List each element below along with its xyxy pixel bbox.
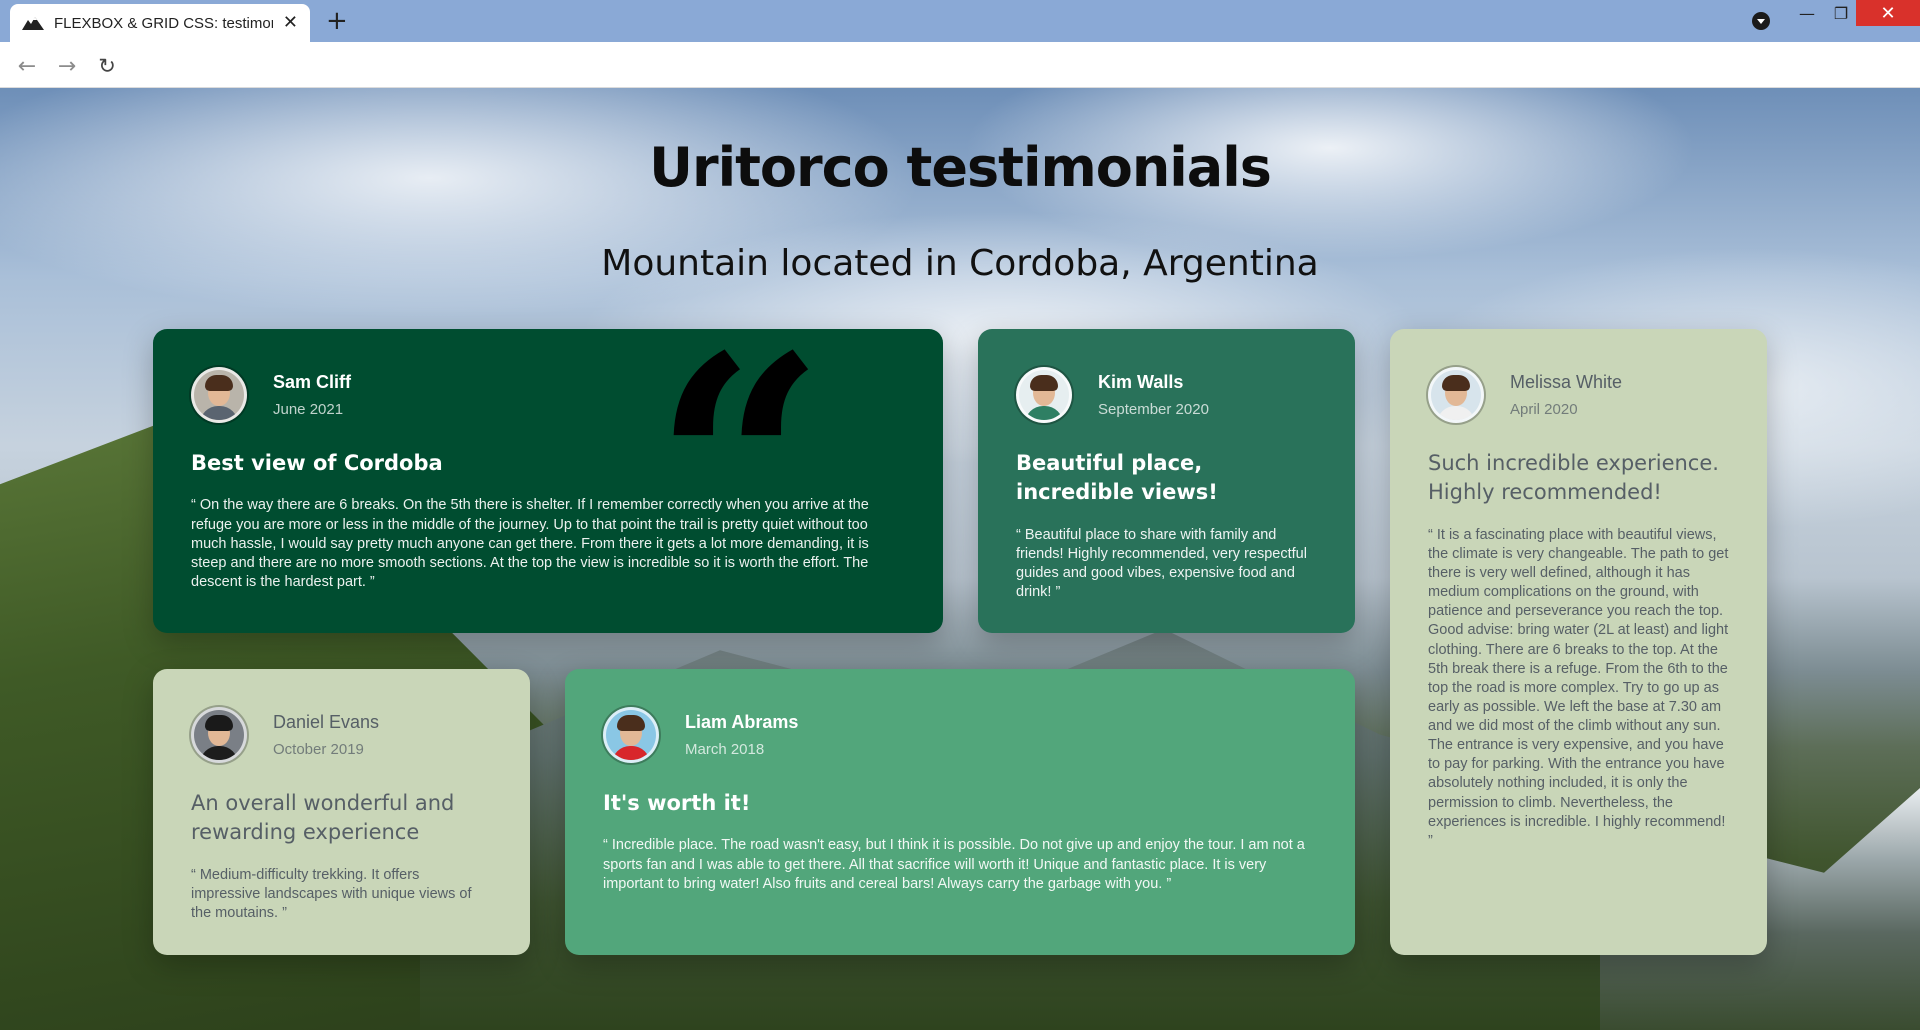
testimonial-text: “ Incredible place. The road wasn't easy… (603, 837, 1305, 892)
author: Daniel Evans October 2019 (191, 707, 492, 763)
testimonial-text: “ Beautiful place to share with family a… (1016, 526, 1307, 601)
reload-icon[interactable]: ↻ (93, 52, 121, 80)
browser-toolbar: ← → ↻ (0, 42, 1920, 88)
forward-arrow-icon[interactable]: → (53, 52, 81, 80)
testimonial-card-melissa-white: Melissa White April 2020 Such incredible… (1390, 329, 1767, 955)
browser-tab[interactable]: FLEXBOX & GRID CSS: testimonia ✕ (10, 4, 310, 42)
page-subtitle: Mountain located in Cordoba, Argentina (601, 243, 1319, 284)
avatar (1428, 367, 1484, 423)
author: Kim Walls September 2020 (1016, 367, 1317, 423)
avatar (191, 367, 247, 423)
testimonial-card-kim-walls: Kim Walls September 2020 Beautiful place… (978, 329, 1355, 633)
back-arrow-icon[interactable]: ← (13, 52, 41, 80)
new-tab-button[interactable]: + (326, 8, 348, 34)
testimonial-heading: Best view of Cordoba (191, 451, 443, 475)
author-name: Daniel Evans (273, 712, 380, 732)
author-name: Melissa White (1510, 372, 1623, 392)
testimonial-text: “ Medium-difficulty trekking. It offers … (191, 866, 472, 922)
testimonial-text: “ It is a fascinating place with beautif… (1428, 526, 1729, 849)
testimonial-heading: An overall wonderful and rewarding exper… (191, 791, 455, 845)
testimonial-card-sam-cliff: “ Sam Cliff June 2021 Best view of Cordo… (153, 317, 943, 633)
author-name: Kim Walls (1098, 372, 1184, 392)
mountain-favicon-icon (22, 15, 44, 31)
close-window-button[interactable]: ✕ (1856, 0, 1920, 26)
page-viewport: Uritorco testimonials Mountain located i… (0, 88, 1920, 1030)
testimonial-heading: It's worth it! (603, 791, 751, 815)
tab-close-icon[interactable]: ✕ (283, 14, 298, 32)
testimonial-card-liam-abrams: Liam Abrams March 2018 It's worth it! “ … (565, 669, 1355, 955)
author-date: April 2020 (1510, 401, 1578, 418)
author: Sam Cliff June 2021 (191, 367, 905, 423)
avatar (191, 707, 247, 763)
profile-menu-icon[interactable] (1752, 12, 1770, 30)
testimonial-text: “ On the way there are 6 breaks. On the … (191, 497, 869, 590)
page-title: Uritorco testimonials (649, 136, 1272, 199)
author-name: Sam Cliff (273, 372, 352, 392)
author-date: June 2021 (273, 401, 344, 418)
author: Melissa White April 2020 (1428, 367, 1729, 423)
browser-tab-bar: FLEXBOX & GRID CSS: testimonia ✕ + — ❐ ✕ (0, 0, 1920, 42)
testimonial-heading: Such incredible experience. Highly recom… (1428, 451, 1719, 505)
author-date: September 2020 (1098, 401, 1209, 418)
avatar (603, 707, 659, 763)
avatar (1016, 367, 1072, 423)
author-name: Liam Abrams (685, 712, 799, 732)
author-date: October 2019 (273, 741, 364, 758)
testimonial-heading: Beautiful place, incredible views! (1016, 451, 1218, 505)
tab-title: FLEXBOX & GRID CSS: testimonia (54, 14, 273, 32)
author-date: March 2018 (685, 741, 765, 758)
author: Liam Abrams March 2018 (603, 707, 1317, 763)
testimonial-card-daniel-evans: Daniel Evans October 2019 An overall won… (153, 669, 530, 955)
